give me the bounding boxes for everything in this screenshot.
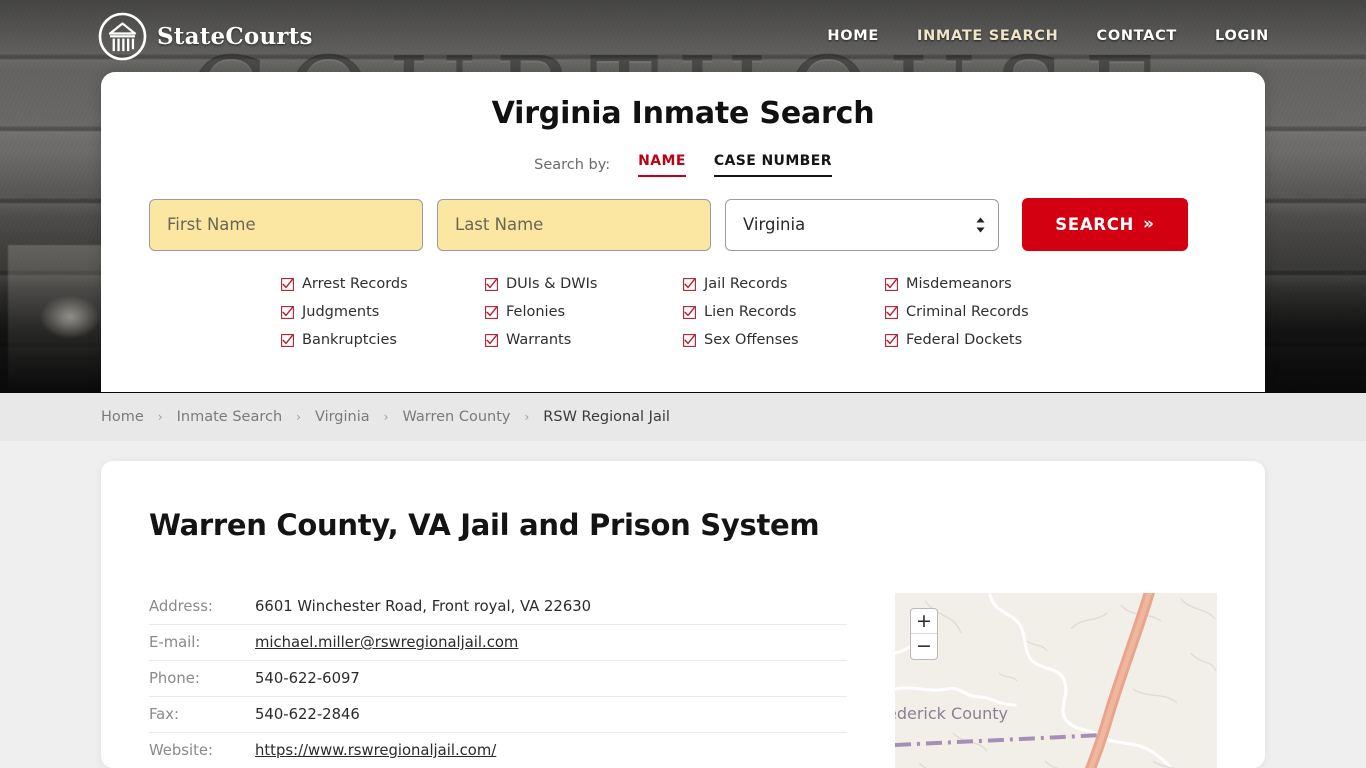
checked-box-icon — [485, 305, 498, 319]
record-type-label: Warrants — [506, 332, 572, 348]
record-type-item: Bankruptcies — [281, 329, 485, 351]
record-type-item: Misdemeanors — [885, 273, 1085, 295]
record-type-label: DUIs & DWIs — [506, 276, 598, 292]
nav-item-inmate-search[interactable]: INMATE SEARCH — [917, 28, 1059, 44]
checked-box-icon — [885, 333, 898, 347]
top-navigation-bar: StateCourts HOME INMATE SEARCH CONTACT L… — [0, 0, 1366, 72]
state-select-wrapper: Virginia — [725, 198, 999, 251]
map-zoom-in-button[interactable]: + — [911, 609, 937, 634]
record-type-label: Arrest Records — [302, 276, 408, 292]
detail-value-website: https://www.rswregionaljail.com/ — [255, 732, 847, 768]
record-type-item: Criminal Records — [885, 301, 1085, 323]
checked-box-icon — [281, 333, 294, 347]
breadcrumb-separator-icon: › — [524, 410, 530, 424]
page-title: Warren County, VA Jail and Prison System — [149, 508, 820, 542]
brand-name: StateCourts — [157, 22, 313, 50]
map-place-label: ederick County — [895, 704, 1008, 723]
detail-key-phone: Phone: — [149, 660, 255, 697]
checked-box-icon — [281, 277, 294, 291]
checked-box-icon — [885, 305, 898, 319]
last-name-input[interactable] — [437, 198, 711, 251]
detail-key-fax: Fax: — [149, 696, 255, 733]
breadcrumb-separator-icon: › — [157, 410, 163, 424]
table-row: E-mail: michael.miller@rswregionaljail.c… — [149, 624, 847, 661]
record-type-item: Arrest Records — [281, 273, 485, 295]
record-type-label: Sex Offenses — [704, 332, 799, 348]
checked-box-icon — [885, 277, 898, 291]
state-select[interactable]: Virginia — [725, 198, 999, 251]
table-row: Address: 6601 Winchester Road, Front roy… — [149, 589, 847, 625]
breadcrumb-item-virginia[interactable]: Virginia — [315, 409, 370, 425]
search-form-row: Virginia SEARCH » — [149, 198, 1217, 251]
location-map[interactable]: ederick County + − — [895, 593, 1217, 768]
tab-search-by-name[interactable]: NAME — [638, 153, 686, 177]
record-type-item: DUIs & DWIs — [485, 273, 683, 295]
detail-value-phone: 540-622-6097 — [255, 660, 847, 697]
facility-detail-table: Address: 6601 Winchester Road, Front roy… — [149, 589, 847, 768]
search-by-label: Search by: — [534, 157, 611, 173]
detail-value-fax: 540-622-2846 — [255, 696, 847, 733]
hero-header: COURTHOUSE StateCourts HOME INMATE S — [0, 0, 1366, 393]
detail-key-email: E-mail: — [149, 624, 255, 661]
detail-key-website: Website: — [149, 732, 255, 768]
record-type-label: Felonies — [506, 304, 566, 320]
breadcrumb-bar: Home › Inmate Search › Virginia › Warren… — [0, 393, 1366, 441]
facility-detail-card: Warren County, VA Jail and Prison System… — [101, 461, 1265, 768]
record-type-label: Lien Records — [704, 304, 797, 320]
website-link[interactable]: https://www.rswregionaljail.com/ — [255, 742, 496, 759]
record-type-item: Judgments — [281, 301, 485, 323]
record-type-item: Felonies — [485, 301, 683, 323]
map-zoom-out-button[interactable]: − — [911, 634, 937, 659]
checked-box-icon — [485, 333, 498, 347]
inmate-search-card: Virginia Inmate Search Search by: NAME C… — [101, 72, 1265, 392]
checked-box-icon — [281, 305, 294, 319]
breadcrumb-separator-icon: › — [383, 410, 389, 424]
double-chevron-right-icon: » — [1143, 214, 1155, 234]
record-type-label: Judgments — [302, 304, 380, 320]
breadcrumb-separator-icon: › — [296, 410, 301, 424]
table-row: Phone: 540-622-6097 — [149, 660, 847, 697]
detail-value-address: 6601 Winchester Road, Front royal, VA 22… — [255, 589, 847, 625]
map-zoom-controls: + − — [910, 608, 938, 660]
nav-item-contact[interactable]: CONTACT — [1096, 28, 1177, 44]
record-type-label: Criminal Records — [906, 304, 1029, 320]
breadcrumb-item-inmate-search[interactable]: Inmate Search — [177, 409, 283, 425]
table-row: Website: https://www.rswregionaljail.com… — [149, 732, 847, 768]
breadcrumb-item-warren-county[interactable]: Warren County — [402, 409, 510, 425]
search-card-title: Virginia Inmate Search — [491, 96, 875, 131]
breadcrumb-item-home[interactable]: Home — [101, 409, 144, 425]
checked-box-icon — [683, 277, 696, 291]
checked-box-icon — [683, 305, 696, 319]
detail-value-email: michael.miller@rswregionaljail.com — [255, 624, 847, 661]
detail-key-address: Address: — [149, 589, 255, 625]
checked-box-icon — [683, 333, 696, 347]
record-type-item: Jail Records — [683, 273, 885, 295]
record-type-item: Federal Dockets — [885, 329, 1085, 351]
table-row: Fax: 540-622-2846 — [149, 696, 847, 733]
brand-logo-link[interactable]: StateCourts — [98, 12, 313, 61]
record-type-item: Lien Records — [683, 301, 885, 323]
record-type-label: Misdemeanors — [906, 276, 1012, 292]
page-body: Warren County, VA Jail and Prison System… — [0, 441, 1366, 768]
first-name-input[interactable] — [149, 198, 423, 251]
nav-item-home[interactable]: HOME — [827, 28, 879, 44]
record-type-item: Warrants — [485, 329, 683, 351]
search-button-label: SEARCH — [1055, 215, 1135, 234]
email-link[interactable]: michael.miller@rswregionaljail.com — [255, 634, 518, 651]
record-type-label: Bankruptcies — [302, 332, 397, 348]
record-types-grid: Arrest Records DUIs & DWIs Jail Records … — [149, 273, 1217, 351]
breadcrumb: Home › Inmate Search › Virginia › Warren… — [101, 409, 670, 425]
search-by-row: Search by: NAME CASE NUMBER — [149, 153, 1217, 177]
main-nav: HOME INMATE SEARCH CONTACT LOGIN — [827, 28, 1269, 44]
nav-item-login[interactable]: LOGIN — [1215, 28, 1269, 44]
breadcrumb-item-current: RSW Regional Jail — [543, 409, 670, 425]
record-type-item: Sex Offenses — [683, 329, 885, 351]
record-type-label: Jail Records — [704, 276, 788, 292]
tab-search-by-case-number[interactable]: CASE NUMBER — [713, 153, 832, 177]
checked-box-icon — [485, 277, 498, 291]
search-button[interactable]: SEARCH » — [1022, 198, 1188, 251]
record-type-label: Federal Dockets — [906, 332, 1023, 348]
courthouse-circle-icon — [98, 12, 147, 61]
detail-and-map-row: Address: 6601 Winchester Road, Front roy… — [149, 589, 1217, 768]
